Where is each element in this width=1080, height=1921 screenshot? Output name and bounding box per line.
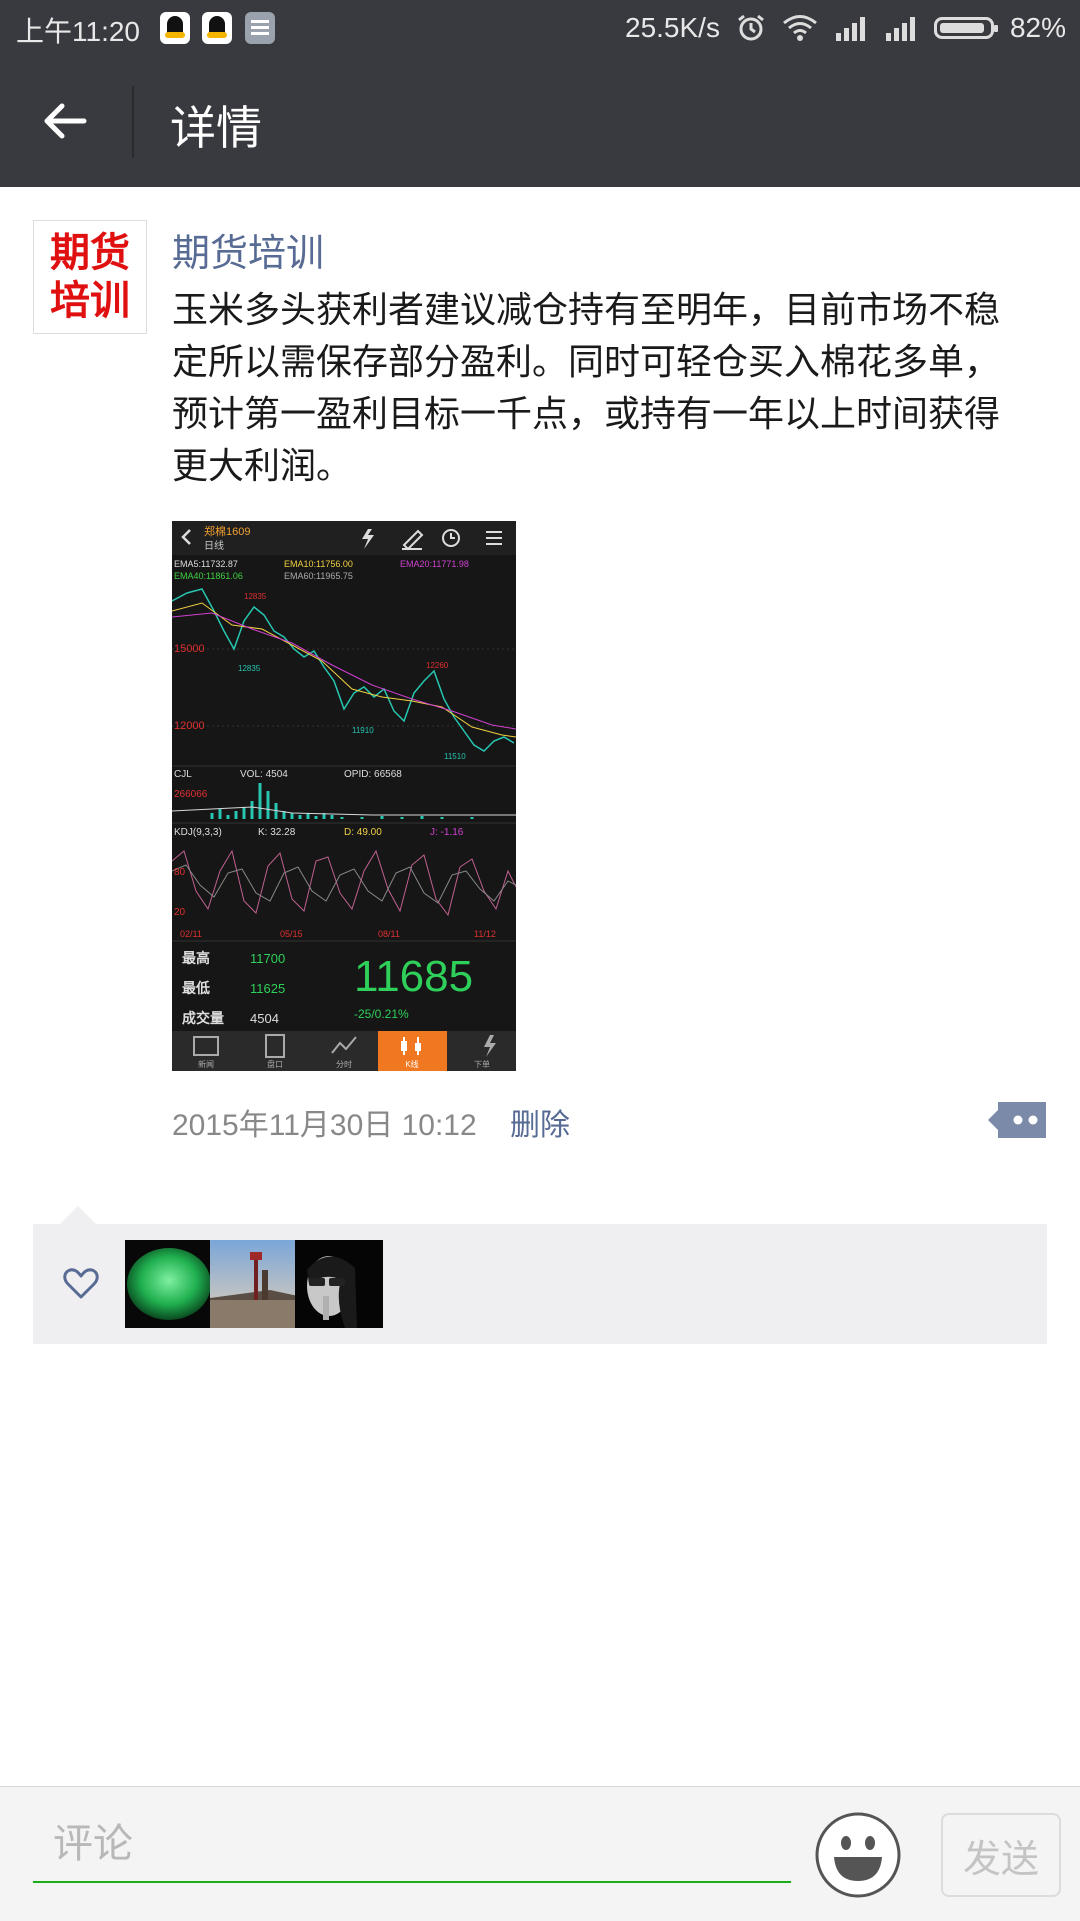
wifi-icon (783, 15, 817, 41)
status-time: 上午11:20 (16, 16, 140, 47)
date-label: 05/15 (280, 929, 303, 939)
comment-bar: 发送 (0, 1786, 1080, 1921)
vol-label: VOL: 4504 (240, 769, 288, 780)
message-notification-icon (245, 12, 275, 44)
comment-options-icon[interactable] (988, 1100, 1046, 1140)
period-text: 日线 (204, 539, 224, 552)
j-value: J: -1.16 (430, 827, 464, 838)
svg-text:80: 80 (174, 867, 186, 878)
tab-label: K线 (405, 1059, 418, 1069)
low-label: 最低 (182, 980, 210, 996)
likes-pointer (60, 1206, 96, 1224)
qq-notification-icon (160, 12, 190, 44)
title-bar: 详情 (0, 56, 1080, 187)
ema10: EMA10:11756.00 (284, 559, 353, 569)
ema40: EMA40:11861.06 (174, 571, 243, 581)
signal-icon (835, 17, 865, 41)
high-value: 11700 (250, 951, 285, 966)
avatar-text: 培训 (50, 278, 130, 324)
heart-icon (63, 1268, 99, 1299)
send-button[interactable]: 发送 (941, 1813, 1061, 1897)
ema60: EMA60:11965.75 (284, 571, 353, 581)
price-note: 11510 (444, 752, 466, 761)
delete-link[interactable]: 删除 (510, 1100, 570, 1144)
volume-value: 4504 (250, 1011, 279, 1026)
battery-icon (933, 17, 998, 39)
symbol-text: 郑棉1609 (204, 524, 250, 538)
tab-label: 盘口 (267, 1059, 283, 1069)
tab-label: 分时 (336, 1059, 352, 1069)
author-name[interactable]: 期货培训 (172, 222, 324, 277)
author-avatar[interactable]: 期货 培训 (33, 220, 147, 334)
axis-label: 15000 (174, 643, 205, 655)
alarm-icon (738, 14, 764, 41)
liker-avatar[interactable] (125, 1240, 213, 1328)
emoji-icon[interactable] (814, 1811, 902, 1899)
d-value: D: 49.00 (344, 827, 382, 838)
ema5: EMA5:11732.87 (174, 559, 238, 569)
back-arrow-icon[interactable] (38, 94, 92, 148)
price-note: 12260 (426, 661, 449, 670)
network-speed: 25.5K/s (625, 12, 720, 43)
qq-notification-icon (202, 12, 232, 44)
volume-label: 成交量 (182, 1010, 224, 1026)
page-title: 详情 (170, 101, 262, 155)
post-timestamp: 2015年11月30日 10:12 (172, 1109, 477, 1142)
title-divider (132, 86, 134, 158)
status-bar: 上午11:20 25.5K/s 82% (0, 0, 1080, 56)
post-image[interactable]: 郑棉1609 日线 EMA5:11732.87 EMA10:11756.00 E… (172, 521, 516, 1071)
comment-input[interactable] (33, 1807, 791, 1883)
liker-avatar[interactable] (295, 1240, 383, 1328)
tab-label: 下单 (474, 1059, 490, 1069)
date-label: 08/11 (378, 929, 400, 939)
price-change: -25/0.21% (354, 1007, 409, 1021)
battery-level: 82% (1009, 12, 1066, 43)
opid-label: OPID: 66568 (344, 769, 402, 780)
high-label: 最高 (182, 950, 210, 966)
trading-screenshot: 郑棉1609 日线 EMA5:11732.87 EMA10:11756.00 E… (172, 521, 516, 1071)
ema20: EMA20:11771.98 (400, 559, 469, 569)
price-note: 12835 (244, 592, 267, 601)
kdj-label: KDJ(9,3,3) (174, 827, 222, 838)
price-note: 12835 (238, 664, 261, 673)
cjl-label: CJL (174, 769, 192, 780)
last-price: 11685 (354, 952, 473, 1001)
vol-axis: 266066 (174, 789, 208, 800)
signal-icon (885, 17, 915, 41)
k-value: K: 32.28 (258, 827, 296, 838)
post-content: 玉米多头获利者建议减仓持有至明年，目前市场不稳定所以需保存部分盈利。同时可轻仓买… (172, 290, 1001, 487)
low-value: 11625 (250, 981, 285, 996)
price-note: 11910 (352, 726, 374, 735)
liker-avatar[interactable] (210, 1240, 298, 1328)
avatar-text: 期货 (50, 230, 130, 276)
date-label: 02/11 (180, 929, 202, 939)
likes-panel (33, 1224, 1047, 1344)
tab-label: 新闻 (198, 1059, 214, 1069)
axis-label: 12000 (174, 720, 205, 732)
date-label: 11/12 (474, 929, 496, 939)
svg-text:20: 20 (174, 907, 186, 918)
